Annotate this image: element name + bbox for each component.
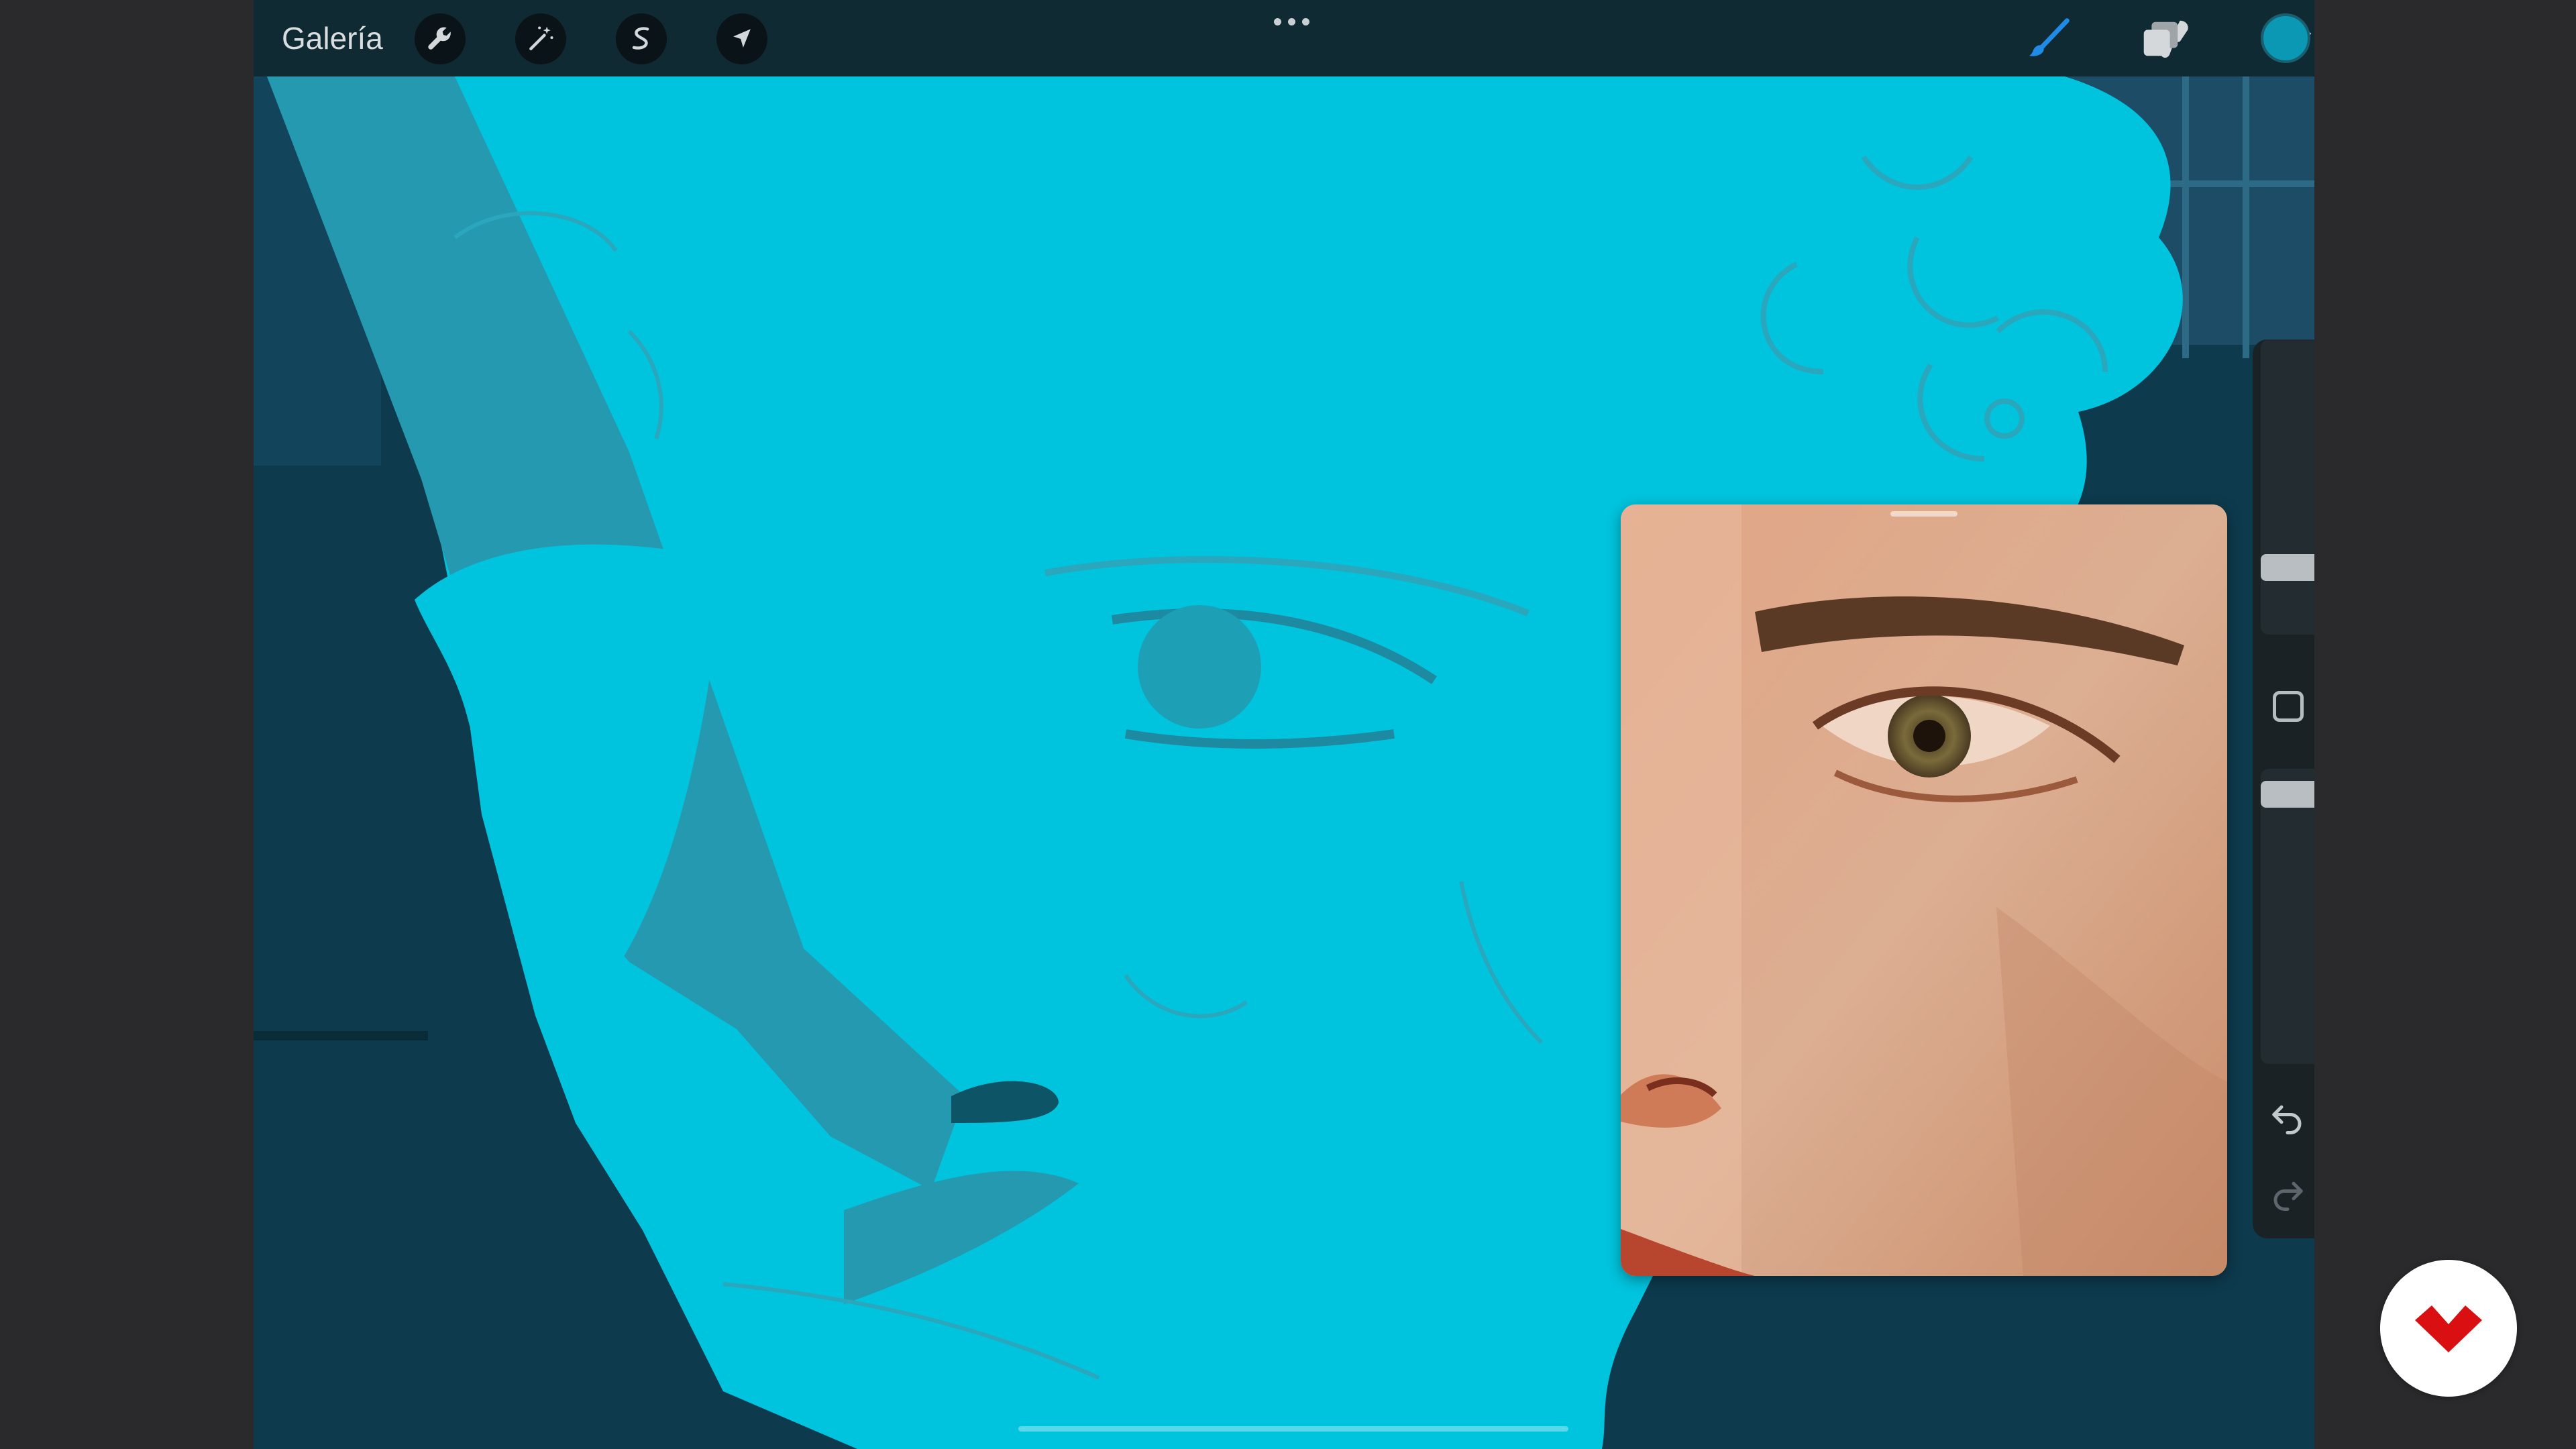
undo-button[interactable]: [2267, 1097, 2308, 1138]
procreate-app: Galería: [254, 0, 2314, 1449]
dot: [1287, 17, 1295, 25]
undo-icon: [2272, 1105, 2302, 1134]
dot: [1301, 17, 1309, 25]
reference-window[interactable]: [1621, 504, 2227, 1276]
redo-button[interactable]: [2267, 1174, 2308, 1214]
selection-s-icon: [632, 27, 649, 50]
color-swatch-button[interactable]: [2261, 13, 2310, 63]
top-toolbar: Galería: [254, 0, 2314, 76]
brand-logo-icon: [2415, 1305, 2482, 1352]
transform-button[interactable]: [716, 13, 767, 64]
magic-wand-icon: [529, 26, 553, 50]
wrench-icon: [428, 27, 451, 50]
home-indicator: [1018, 1426, 1568, 1432]
dot: [1273, 17, 1281, 25]
brush-size-slider[interactable]: [2261, 339, 2314, 635]
layers-button[interactable]: [2135, 15, 2186, 63]
adjustments-button[interactable]: [515, 13, 566, 64]
brush-tool-button[interactable]: [2025, 15, 2076, 63]
side-bar: [2253, 339, 2314, 1238]
opacity-thumb[interactable]: [2261, 781, 2314, 808]
gallery-button[interactable]: Galería: [282, 20, 383, 56]
modify-button[interactable]: [2273, 691, 2304, 722]
actions-button[interactable]: [415, 13, 466, 64]
more-options-button[interactable]: [1268, 13, 1315, 30]
transform-arrow-icon: [733, 29, 751, 48]
brush-size-thumb[interactable]: [2261, 554, 2314, 581]
reference-photo: [1621, 504, 2227, 1276]
brand-logo-badge: [2380, 1260, 2517, 1397]
redo-icon: [2273, 1181, 2303, 1211]
brush-icon: [2029, 18, 2070, 56]
selection-button[interactable]: [616, 13, 667, 64]
reference-grip-handle[interactable]: [1890, 511, 1957, 517]
layers-icon: [2143, 21, 2178, 56]
opacity-slider[interactable]: [2261, 769, 2314, 1064]
